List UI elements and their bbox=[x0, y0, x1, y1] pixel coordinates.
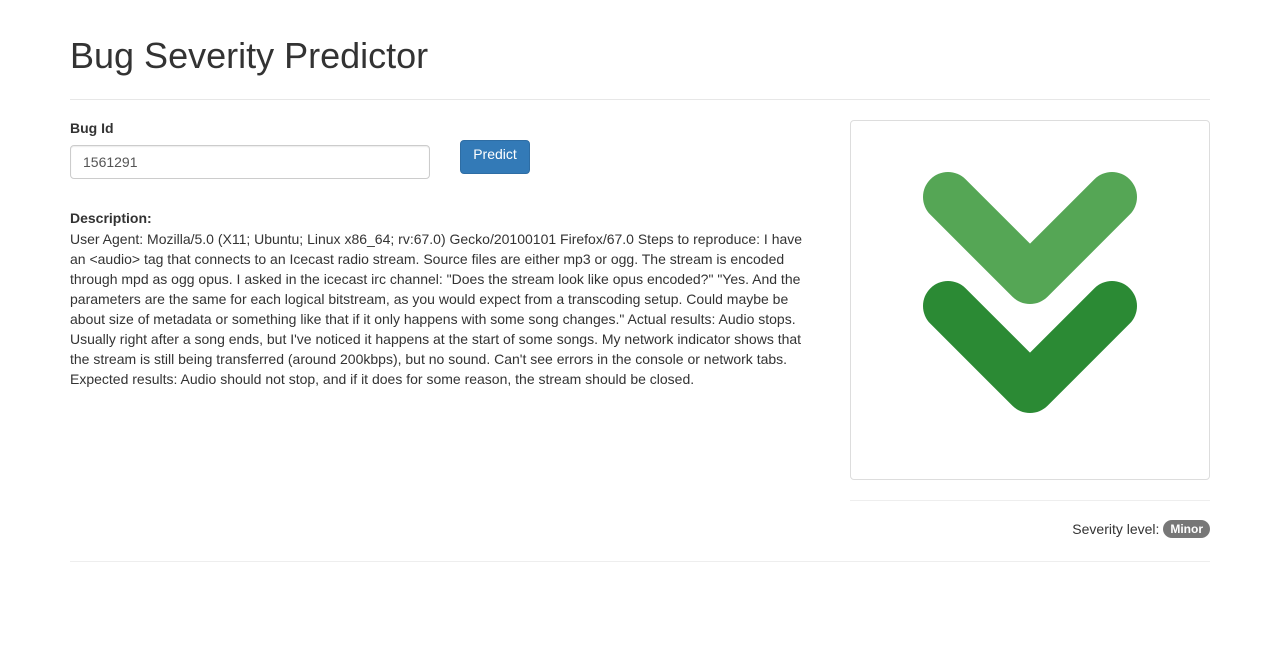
lower-chevron bbox=[923, 281, 1137, 413]
upper-chevron bbox=[923, 172, 1137, 304]
predict-button-label: Predict bbox=[473, 146, 517, 162]
severity-row: Severity level: Minor bbox=[850, 520, 1210, 539]
bug-id-input[interactable] bbox=[70, 145, 430, 179]
double-chevron-down-icon bbox=[923, 172, 1137, 413]
footer-divider bbox=[70, 561, 1210, 562]
page-container: Bug Severity Predictor Bug Id Predict De… bbox=[70, 0, 1210, 562]
severity-image-panel bbox=[850, 120, 1210, 480]
severity-label: Severity level: bbox=[1072, 521, 1160, 537]
description-block: Description: User Agent: Mozilla/5.0 (X1… bbox=[70, 209, 810, 389]
page-title: Bug Severity Predictor bbox=[70, 35, 429, 76]
description-text: User Agent: Mozilla/5.0 (X11; Ubuntu; Li… bbox=[70, 231, 803, 387]
header-divider bbox=[70, 99, 1210, 100]
bug-id-label: Bug Id bbox=[70, 120, 114, 136]
severity-divider bbox=[850, 500, 1210, 501]
severity-badge: Minor bbox=[1163, 520, 1210, 539]
predict-button[interactable]: Predict bbox=[460, 140, 530, 174]
description-heading: Description: bbox=[70, 210, 152, 226]
